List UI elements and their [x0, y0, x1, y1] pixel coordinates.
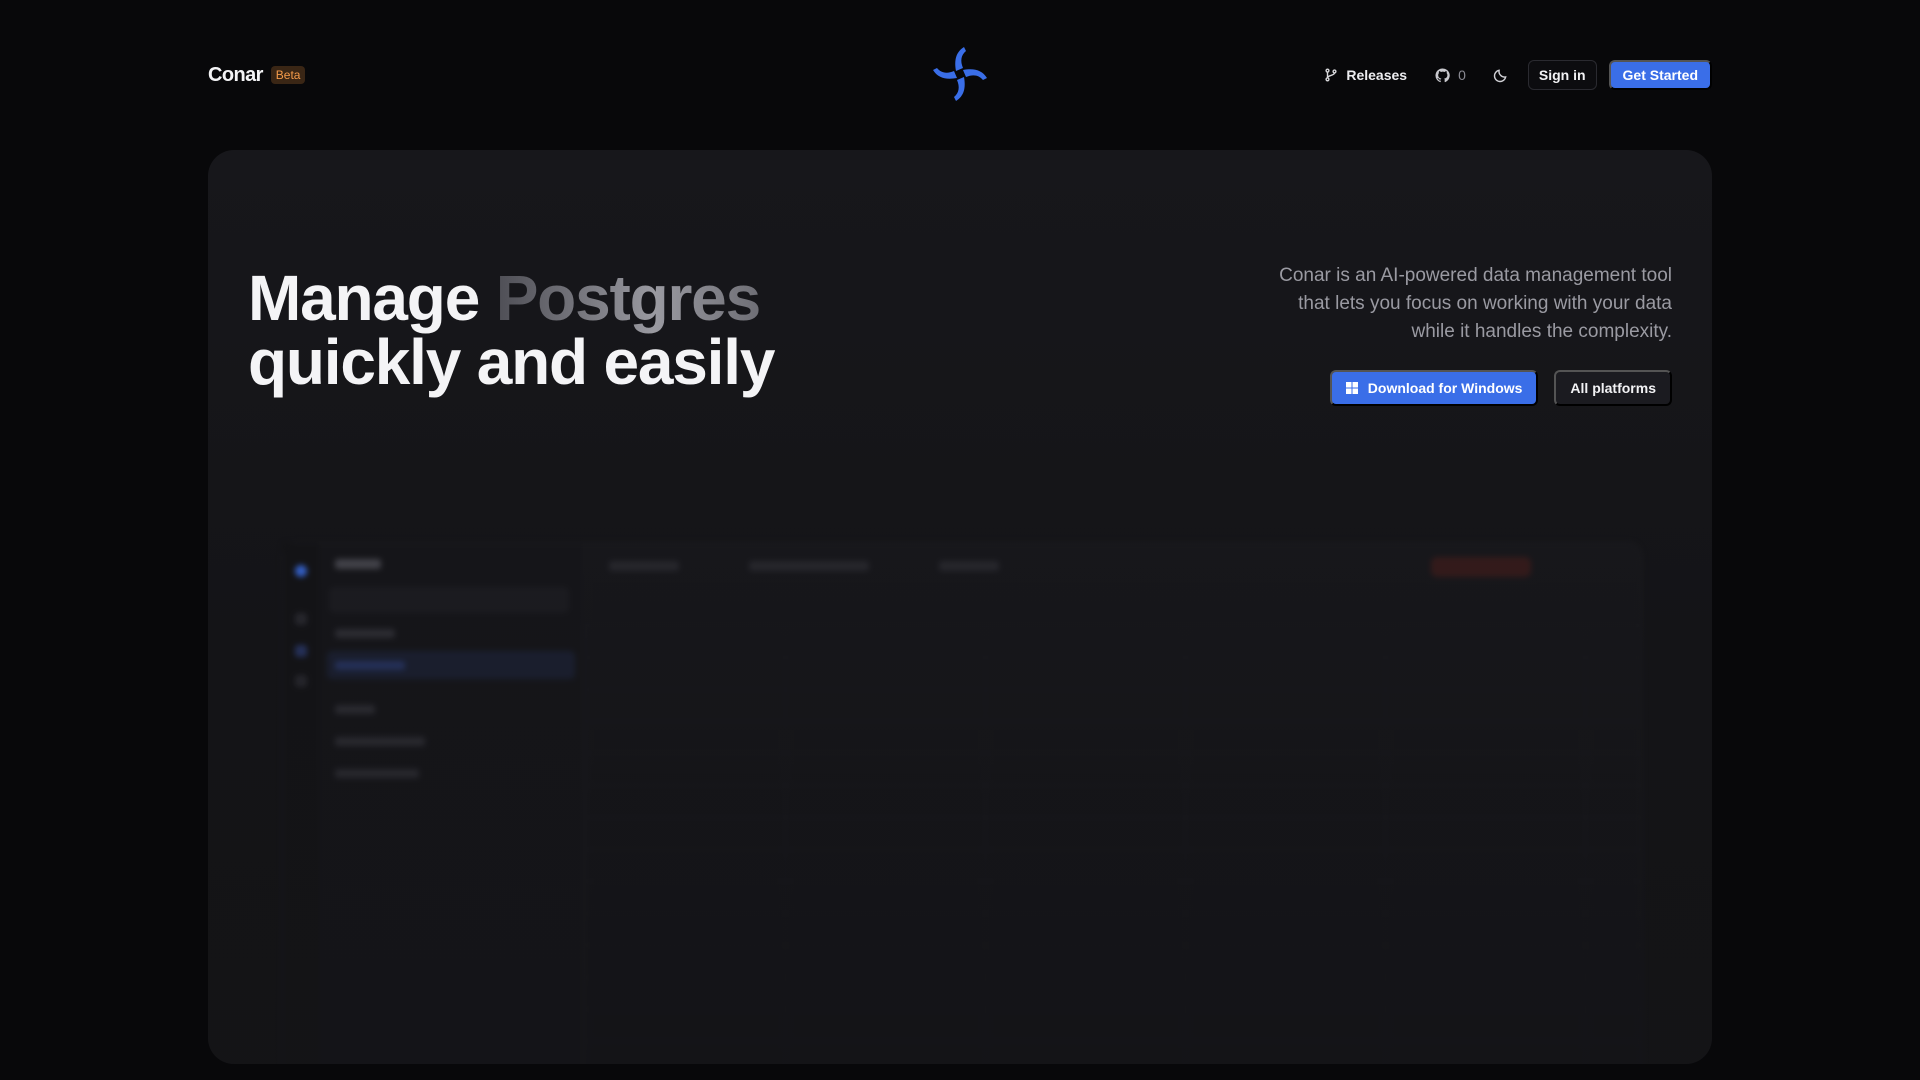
preview-sidebar-row — [335, 769, 419, 778]
preview-data-grid — [585, 625, 1641, 1064]
app-preview-screenshot — [282, 542, 1642, 1064]
headline-prefix: Manage — [248, 262, 480, 334]
preview-rail-icon — [295, 613, 307, 625]
app-preview-window — [282, 542, 1642, 1064]
preview-sidebar-search — [329, 587, 569, 613]
hero-cta-row: Download for Windows All platforms — [1329, 370, 1672, 406]
windows-icon — [1345, 382, 1358, 394]
headline-rotating-word: Postgres — [495, 262, 761, 334]
landing-page: Conar Beta Releases 0 Sign in Get Starte… — [0, 0, 1920, 1080]
brand-name: Conar — [208, 63, 263, 86]
moon-icon — [1494, 68, 1507, 82]
preview-sidebar-row — [335, 629, 395, 638]
nav-actions: Releases 0 Sign in Get Started — [1316, 60, 1712, 90]
preview-sidebar-row — [335, 661, 405, 670]
releases-link[interactable]: Releases — [1316, 61, 1415, 89]
download-windows-button[interactable]: Download for Windows — [1329, 370, 1539, 406]
preview-rail-icon — [295, 675, 307, 687]
github-icon — [1435, 67, 1450, 82]
beta-badge: Beta — [270, 66, 306, 84]
preview-icon-rail — [283, 543, 319, 1064]
preview-sidebar-title — [335, 559, 381, 569]
preview-logo-icon — [295, 565, 307, 577]
all-platforms-button[interactable]: All platforms — [1554, 370, 1672, 406]
download-label: Download for Windows — [1367, 380, 1523, 396]
pinwheel-logo-icon[interactable] — [930, 44, 990, 104]
theme-toggle-button[interactable] — [1486, 60, 1516, 90]
github-star-count: 0 — [1458, 67, 1466, 83]
git-branch-icon — [1325, 68, 1337, 82]
hero-card: Manage Postgres quickly and easily Conar… — [208, 150, 1712, 1064]
preview-sidebar-row — [335, 705, 375, 714]
get-started-button[interactable]: Get Started — [1608, 60, 1712, 90]
github-link[interactable]: 0 — [1427, 61, 1474, 89]
preview-sidebar-row — [335, 737, 425, 746]
preview-main-panel — [585, 543, 1641, 1064]
preview-rail-icon — [295, 645, 307, 657]
headline-line-2: quickly and easily — [248, 326, 775, 398]
hero-tagline: Conar is an AI-powered data management t… — [1279, 265, 1672, 342]
preview-sidebar — [319, 543, 585, 1064]
top-nav: Conar Beta Releases 0 Sign in Get Starte… — [208, 47, 1712, 101]
sign-in-button[interactable]: Sign in — [1527, 60, 1597, 90]
hero-headline: Manage Postgres quickly and easily — [248, 266, 775, 398]
brand[interactable]: Conar Beta — [208, 63, 306, 87]
preview-red-pill — [1431, 557, 1531, 577]
releases-label: Releases — [1346, 67, 1408, 83]
